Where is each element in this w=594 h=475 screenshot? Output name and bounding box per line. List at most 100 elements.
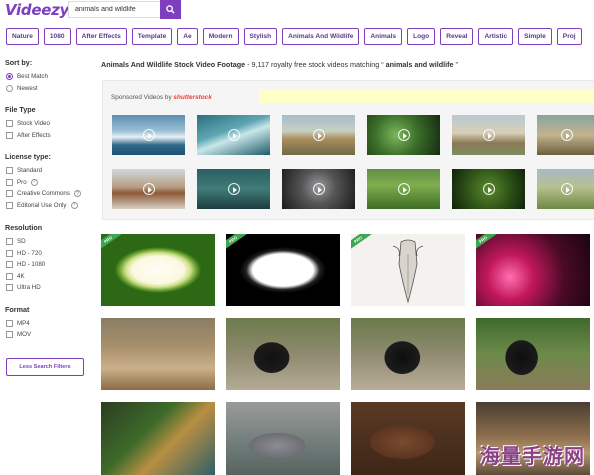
play-icon xyxy=(227,183,240,195)
search-input[interactable] xyxy=(68,1,160,18)
less-search-filters-button[interactable]: Less Search Filters xyxy=(6,358,84,376)
video-card[interactable]: PRO xyxy=(226,234,340,306)
checkbox[interactable] xyxy=(6,238,13,246)
checkbox[interactable] xyxy=(6,261,13,269)
format-heading: Format xyxy=(5,304,30,314)
tag-nature[interactable]: Nature xyxy=(6,28,39,45)
tag-modern[interactable]: Modern xyxy=(202,28,239,45)
license-creative-commons[interactable]: Creative Commons? xyxy=(5,188,95,200)
sponsored-video-thumb[interactable] xyxy=(112,169,185,209)
sponsored-video-thumb[interactable] xyxy=(537,169,594,209)
option-label: SD xyxy=(17,238,26,246)
video-card[interactable] xyxy=(101,402,215,475)
play-icon xyxy=(482,129,495,141)
option-label: 4K xyxy=(17,272,25,280)
checkbox[interactable] xyxy=(6,167,13,175)
tag-template[interactable]: Template xyxy=(131,28,173,45)
video-card[interactable] xyxy=(351,318,465,390)
option-label: Pro xyxy=(17,178,27,186)
format-mp4[interactable]: MP4 xyxy=(5,318,95,330)
sort-option-newest[interactable]: Newest xyxy=(5,83,95,95)
video-card[interactable]: PRO xyxy=(476,234,590,306)
option-label: HD - 720 xyxy=(17,249,42,257)
video-card[interactable] xyxy=(476,318,590,390)
play-icon xyxy=(227,129,240,141)
format-mov[interactable]: MOV xyxy=(5,329,95,341)
search-button[interactable] xyxy=(160,0,181,19)
shutterstock-logo[interactable]: shutterstock xyxy=(173,94,211,101)
results-count: - 9,117 royalty free stock videos matchi… xyxy=(245,60,386,69)
file-type-after-effects[interactable]: After Effects xyxy=(5,130,95,142)
resolution-ultra-hd[interactable]: Ultra HD xyxy=(5,282,95,294)
filter-sidebar: Sort by: Best Match Newest File Type Sto… xyxy=(5,58,95,341)
play-icon xyxy=(312,129,325,141)
sponsored-video-thumb[interactable] xyxy=(452,169,525,209)
checkbox[interactable] xyxy=(6,178,13,186)
play-icon xyxy=(312,183,325,195)
sponsored-label: Sponsored Videos by shutterstock xyxy=(111,94,212,101)
license-standard[interactable]: Standard xyxy=(5,165,95,177)
play-icon xyxy=(482,183,495,195)
play-icon xyxy=(561,183,573,195)
results-title: Animals And Wildlife Stock Video Footage xyxy=(101,60,246,69)
sponsored-video-thumb[interactable] xyxy=(197,169,270,209)
option-label: Best Match xyxy=(17,73,48,81)
tag-simple[interactable]: Simple xyxy=(518,28,552,45)
sponsored-video-thumb[interactable] xyxy=(367,169,440,209)
radio-selected[interactable] xyxy=(6,73,13,81)
resolution-hd-1080[interactable]: HD - 1080 xyxy=(5,259,95,271)
resolution-4k[interactable]: 4K xyxy=(5,271,95,283)
tag-proj[interactable]: Proj xyxy=(556,28,582,45)
video-card[interactable] xyxy=(226,318,340,390)
help-icon[interactable]: ? xyxy=(70,201,78,209)
resolution-hd-720[interactable]: HD - 720 xyxy=(5,248,95,260)
checkbox[interactable] xyxy=(6,131,13,139)
video-card[interactable]: PRO xyxy=(101,234,215,306)
help-icon[interactable]: ? xyxy=(30,178,38,186)
video-card[interactable] xyxy=(101,318,215,390)
video-card[interactable] xyxy=(351,402,465,475)
license-pro[interactable]: Pro? xyxy=(5,177,95,189)
resolution-sd[interactable]: SD xyxy=(5,236,95,248)
sort-heading: Sort by: xyxy=(5,58,33,67)
tag-artistic[interactable]: Artistic xyxy=(478,28,514,45)
file-type-stock-video[interactable]: Stock Video xyxy=(5,118,95,130)
checkbox[interactable] xyxy=(6,201,13,209)
tag-logo[interactable]: Logo xyxy=(407,28,436,45)
sponsored-video-thumb[interactable] xyxy=(282,115,355,155)
file-type-heading: File Type xyxy=(5,105,36,114)
pro-badge: PRO xyxy=(226,234,249,252)
tag-reveal[interactable]: Reveal xyxy=(440,28,474,45)
option-label: MOV xyxy=(17,331,32,339)
tag-1080[interactable]: 1080 xyxy=(43,28,71,45)
checkbox[interactable] xyxy=(6,190,13,198)
video-card[interactable]: PRO xyxy=(351,234,465,306)
video-card[interactable] xyxy=(226,402,340,475)
radio[interactable] xyxy=(6,84,13,92)
checkbox[interactable] xyxy=(6,319,13,327)
checkbox[interactable] xyxy=(6,120,13,128)
help-icon[interactable]: ? xyxy=(73,190,81,198)
checkbox[interactable] xyxy=(6,249,13,257)
sponsored-video-thumb[interactable] xyxy=(537,115,594,155)
sponsored-video-thumb[interactable] xyxy=(282,169,355,209)
tag-ae[interactable]: Ae xyxy=(177,28,198,45)
option-label: Creative Commons xyxy=(17,190,70,198)
site-logo[interactable]: Videezy xyxy=(5,1,69,19)
tag-animals[interactable]: Animals xyxy=(364,28,403,45)
sponsored-video-thumb[interactable] xyxy=(367,115,440,155)
tag-stylish[interactable]: Stylish xyxy=(243,28,278,45)
checkbox[interactable] xyxy=(6,284,13,292)
sponsored-video-thumb[interactable] xyxy=(197,115,270,155)
sponsored-video-thumb[interactable] xyxy=(452,115,525,155)
license-heading: License type: xyxy=(5,152,51,161)
results-query: animals and wildlife xyxy=(385,60,454,69)
tag-after-effects[interactable]: After Effects xyxy=(75,28,127,45)
sponsored-video-thumb[interactable] xyxy=(112,115,185,155)
checkbox[interactable] xyxy=(6,331,13,339)
checkbox[interactable] xyxy=(6,272,13,280)
sort-option-best-match[interactable]: Best Match xyxy=(5,71,95,83)
license-editorial[interactable]: Editorial Use Only? xyxy=(5,200,95,212)
option-label: Stock Video xyxy=(17,120,50,128)
tag-animals-and-wildlife[interactable]: Animals And Wildlife xyxy=(282,28,360,45)
